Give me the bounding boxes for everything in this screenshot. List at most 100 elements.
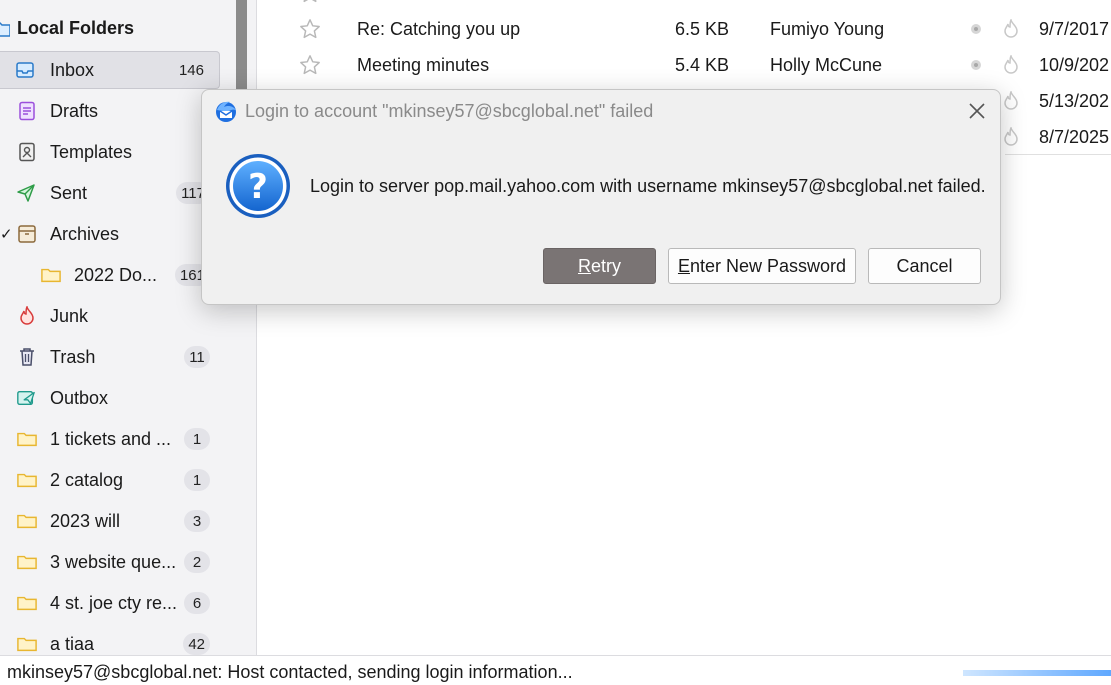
folder-label: Archives xyxy=(50,223,120,244)
folder-label: 2 catalog xyxy=(50,469,124,490)
folder-label: Templates xyxy=(50,141,133,162)
folder-label: Drafts xyxy=(50,100,99,121)
svg-text:?: ? xyxy=(248,167,268,207)
trash-icon xyxy=(17,347,37,367)
unread-count: 2 xyxy=(184,551,210,573)
thunderbird-icon xyxy=(214,99,238,128)
folder-icon xyxy=(17,511,37,531)
drafts-icon xyxy=(17,101,37,121)
folder-2023-will[interactable]: 2023 will 3 xyxy=(0,502,220,540)
folder-pane: Local Folders Inbox 146 Drafts Templates… xyxy=(0,0,235,655)
read-status-icon[interactable] xyxy=(970,11,982,47)
archives-icon xyxy=(17,224,37,244)
dialog-message: Login to server pop.mail.yahoo.com with … xyxy=(310,176,986,196)
star-icon[interactable] xyxy=(299,11,321,47)
folder-3-website[interactable]: 3 website que... 2 xyxy=(0,543,220,581)
folder-trash[interactable]: Trash 11 xyxy=(0,338,220,376)
message-date: 10/9/202 xyxy=(1039,54,1110,75)
enter-password-access-key: E xyxy=(677,255,690,276)
message-subject: Meeting minutes xyxy=(357,54,490,75)
folder-icon xyxy=(41,265,61,285)
templates-icon xyxy=(17,142,37,162)
retry-button[interactable]: Retry xyxy=(543,248,656,284)
folder-junk[interactable]: Junk xyxy=(0,297,220,335)
folder-2-catalog[interactable]: 2 catalog 1 xyxy=(0,461,220,499)
folder-label: 3 website que... xyxy=(50,551,177,572)
folder-templates[interactable]: Templates xyxy=(0,133,220,171)
star-icon[interactable] xyxy=(299,0,321,11)
retry-label: etry xyxy=(590,255,621,276)
message-row[interactable]: Meeting minutes 5.4 KB Holly McCune 10/9… xyxy=(257,47,1111,83)
question-icon: ? xyxy=(224,152,292,225)
junk-status-icon[interactable] xyxy=(1002,83,1020,119)
folder-4-st-joe[interactable]: 4 st. joe cty re... 6 xyxy=(0,584,220,622)
junk-icon xyxy=(17,306,37,326)
unread-count: 11 xyxy=(184,346,210,368)
folder-2022-do[interactable]: 2022 Do... 161 xyxy=(0,256,220,294)
outbox-icon xyxy=(16,388,36,408)
message-date: 5/13/202 xyxy=(1039,90,1110,111)
folder-label: Sent xyxy=(50,182,88,203)
unread-count: 1 xyxy=(184,469,210,491)
message-size: 5.4 KB xyxy=(675,54,730,75)
close-icon[interactable] xyxy=(966,100,988,122)
message-row[interactable] xyxy=(257,0,1111,11)
folder-outbox[interactable]: Outbox xyxy=(0,379,220,417)
folder-icon xyxy=(0,22,10,37)
inbox-icon xyxy=(15,60,35,80)
unread-count: 1 xyxy=(184,428,210,450)
folder-drafts[interactable]: Drafts xyxy=(0,92,220,130)
list-divider xyxy=(1005,154,1111,155)
junk-status-icon[interactable] xyxy=(1002,11,1020,47)
folder-label: 2023 will xyxy=(50,510,121,531)
folder-label: a tiaa xyxy=(50,633,95,654)
status-text: mkinsey57@sbcglobal.net: Host contacted,… xyxy=(7,662,573,682)
star-icon[interactable] xyxy=(299,47,321,83)
folder-icon xyxy=(17,552,37,572)
read-status-icon[interactable] xyxy=(970,47,982,83)
dialog-title: Login to account "mkinsey57@sbcglobal.ne… xyxy=(245,101,654,121)
enter-password-label: nter New Password xyxy=(689,255,847,276)
folder-archives[interactable]: ✓ Archives xyxy=(0,215,220,253)
scrollbar-thumb[interactable] xyxy=(236,0,247,92)
folder-label: Junk xyxy=(50,305,89,326)
unread-count: 42 xyxy=(183,633,210,655)
progress-bar xyxy=(963,670,1111,676)
folder-a-tiaa[interactable]: a tiaa 42 xyxy=(0,625,220,655)
folder-label: 4 st. joe cty re... xyxy=(50,592,178,613)
folder-icon xyxy=(17,429,37,449)
status-bar: mkinsey57@sbcglobal.net: Host contacted,… xyxy=(0,655,1111,685)
cancel-button[interactable]: Cancel xyxy=(868,248,981,284)
login-failed-dialog: Login to account "mkinsey57@sbcglobal.ne… xyxy=(201,89,1001,305)
folder-icon xyxy=(17,634,37,654)
message-date: 8/7/2025 xyxy=(1039,126,1110,147)
enter-new-password-button[interactable]: Enter New Password xyxy=(668,248,856,284)
message-correspondent: Holly McCune xyxy=(770,54,883,75)
local-folders-label: Local Folders xyxy=(17,17,135,38)
unread-count: 6 xyxy=(184,592,210,614)
dialog-titlebar[interactable]: Login to account "mkinsey57@sbcglobal.ne… xyxy=(202,90,1000,132)
message-subject: Re: Catching you up xyxy=(357,18,521,39)
folder-icon xyxy=(17,593,37,613)
folder-sent[interactable]: Sent 117 xyxy=(0,174,220,212)
folder-label: 1 tickets and ... xyxy=(50,428,172,449)
folder-icon xyxy=(17,470,37,490)
unread-count: 146 xyxy=(178,61,204,79)
junk-status-icon[interactable] xyxy=(1002,119,1020,155)
folder-label: Trash xyxy=(50,346,96,367)
sent-icon xyxy=(16,183,36,203)
folder-inbox[interactable]: Inbox 146 xyxy=(0,51,220,89)
message-row[interactable]: Re: Catching you up 6.5 KB Fumiyo Young … xyxy=(257,11,1111,47)
folder-label: Inbox xyxy=(50,59,95,80)
message-correspondent: Fumiyo Young xyxy=(770,18,885,39)
folder-label: Outbox xyxy=(50,387,109,408)
local-folders-header[interactable]: Local Folders xyxy=(0,12,134,44)
folder-1-tickets[interactable]: 1 tickets and ... 1 xyxy=(0,420,220,458)
message-date: 9/7/2017 xyxy=(1039,18,1110,39)
chevron-down-icon[interactable]: ✓ xyxy=(0,225,13,243)
retry-access-key: R xyxy=(577,255,591,276)
junk-status-icon[interactable] xyxy=(1002,47,1020,83)
unread-count: 3 xyxy=(184,510,210,532)
message-size: 6.5 KB xyxy=(675,18,730,39)
folder-label: 2022 Do... xyxy=(74,264,158,285)
